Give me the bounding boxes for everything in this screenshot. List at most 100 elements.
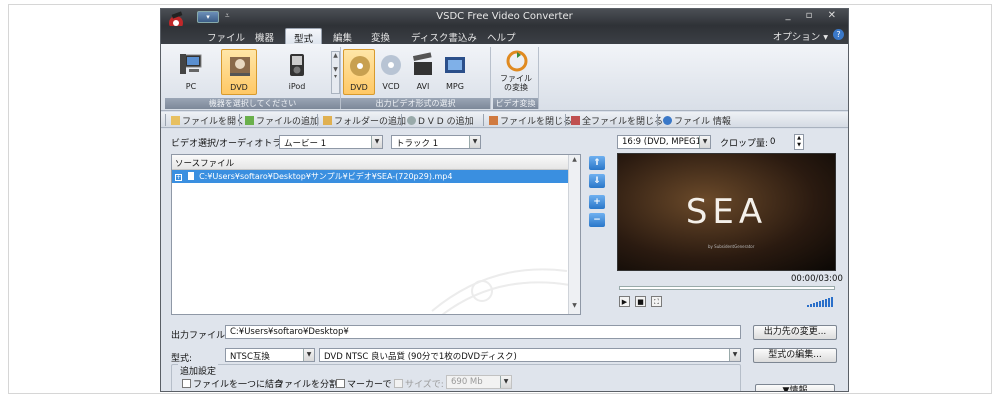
format-avi-label: AVI	[416, 82, 430, 91]
expand-icon[interactable]: +	[175, 174, 182, 181]
format-group: DVD VCD AVI MPG 出力ビデオ形式の選択	[341, 47, 491, 109]
add-item-button[interactable]: +	[589, 195, 605, 209]
close-all-button[interactable]: 全ファイルを閉じる	[571, 114, 663, 127]
change-output-button[interactable]: 出力先の変更...	[753, 325, 837, 340]
format-avi-button[interactable]: AVI	[407, 49, 439, 95]
size-label: サイズで:	[405, 380, 444, 390]
movie-select[interactable]: ムービー 1 ▼	[279, 135, 383, 149]
convert-files-button[interactable]: ファイルの変換	[497, 49, 535, 95]
track-select-value: トラック 1	[396, 139, 439, 149]
volume-icon[interactable]	[807, 297, 835, 307]
play-button[interactable]: ▶	[619, 296, 630, 307]
convert-icon	[506, 50, 528, 72]
convert-files-label: ファイルの変換	[500, 74, 532, 92]
info-toggle-button[interactable]: ▼情報	[755, 384, 835, 391]
chevron-down-icon[interactable]: ▼	[500, 376, 511, 388]
add-dvd-label: D V D の追加	[418, 117, 474, 127]
size-checkbox-box[interactable]	[394, 379, 403, 388]
source-list-scrollbar[interactable]: ▲ ▼	[568, 155, 580, 314]
convert-group: ファイルの変換 ビデオ変換	[493, 47, 539, 109]
video-preview: SEA by SubsidentGenerator	[617, 153, 836, 271]
toolbar-separator	[401, 114, 402, 126]
chevron-down-icon[interactable]: ▼	[303, 349, 314, 361]
options-menu[interactable]: オプション ▾	[773, 29, 828, 43]
merge-label: ファイルを一つに結合	[193, 380, 284, 390]
toolbar-separator	[657, 114, 658, 126]
toolbar-separator	[317, 114, 318, 126]
add-dvd-button[interactable]: D V D の追加	[407, 114, 474, 127]
crop-label: クロップ量:	[720, 139, 769, 149]
output-file-field[interactable]: C:¥Users¥softaro¥Desktop¥	[225, 325, 741, 339]
format-mpg-label: MPG	[446, 82, 464, 91]
close-file-button[interactable]: ファイルを閉じる	[489, 114, 572, 127]
format-vcd-button[interactable]: VCD	[375, 49, 407, 95]
size-select[interactable]: 690 Mb ▼	[446, 375, 512, 389]
fullscreen-button[interactable]: ⛶	[651, 296, 662, 307]
file-info-button[interactable]: ファイル 情報	[663, 114, 731, 127]
device-pc-label: PC	[185, 82, 197, 91]
move-top-button[interactable]: ⇑	[589, 156, 605, 170]
tab-file[interactable]: ファイル	[199, 28, 253, 44]
window-controls[interactable]: _ ▫ ✕	[785, 10, 842, 21]
format-mpg-button[interactable]: MPG	[439, 49, 471, 95]
seek-bar[interactable]	[619, 286, 835, 290]
file-info-label: ファイル 情報	[674, 117, 731, 127]
add-file-label: ファイルの追加	[256, 117, 320, 127]
format-quality-select[interactable]: DVD NTSC 良い品質 (90分で1枚のDVDディスク) ▼	[319, 348, 741, 362]
device-dvd-label: DVD	[230, 83, 248, 92]
track-select[interactable]: トラック 1 ▼	[391, 135, 481, 149]
source-file-list[interactable]: ソースファイル + C:¥Users¥softaro¥Desktop¥サンプル¥…	[171, 154, 581, 315]
chevron-down-icon[interactable]: ▼	[469, 136, 480, 148]
format-standard-select[interactable]: NTSC互換 ▼	[225, 348, 315, 362]
dvd-disc-icon	[350, 56, 370, 76]
ipod-icon	[290, 54, 304, 76]
device-ipod-label: iPod	[288, 82, 306, 91]
list-item[interactable]: + C:¥Users¥softaro¥Desktop¥サンプル¥ビデオ¥SEA-…	[172, 170, 568, 183]
add-file-icon	[245, 116, 254, 125]
format-dvd-button[interactable]: DVD	[343, 49, 375, 95]
format-label: 型式:	[171, 354, 193, 364]
marker-checkbox[interactable]: マーカーで	[336, 377, 391, 390]
device-scroll[interactable]: ▲ ▼ ▾	[331, 51, 340, 94]
chevron-down-icon[interactable]: ▼	[699, 136, 710, 148]
add-file-button[interactable]: ファイルの追加	[245, 114, 319, 127]
close-file-label: ファイルを閉じる	[500, 117, 573, 127]
aspect-ratio-select[interactable]: 16:9 (DVD, MPEG1, M ▼	[617, 135, 711, 149]
marker-checkbox-box[interactable]	[336, 379, 345, 388]
help-icon[interactable]: ?	[833, 29, 844, 40]
format-group-label: 出力ビデオ形式の選択	[341, 98, 490, 109]
tab-edit[interactable]: 編集	[325, 28, 360, 44]
tab-convert[interactable]: 変換	[363, 28, 398, 44]
device-dvd-button[interactable]: DVD	[221, 49, 257, 95]
merge-checkbox-box[interactable]	[182, 379, 191, 388]
move-down-button[interactable]: ⇓	[589, 174, 605, 188]
open-file-button[interactable]: ファイルを開く	[171, 114, 245, 127]
merge-checkbox[interactable]: ファイルを一つに結合	[182, 377, 283, 390]
edit-format-button[interactable]: 型式の編集...	[753, 348, 837, 363]
pc-icon	[180, 54, 202, 74]
info-icon	[663, 116, 672, 125]
device-pc-button[interactable]: PC	[173, 49, 209, 95]
tab-help[interactable]: ヘルプ	[479, 28, 524, 44]
video-credit: by SubsidentGenerator	[708, 244, 755, 249]
video-title-overlay: SEA	[685, 192, 768, 232]
stop-button[interactable]: ■	[635, 296, 646, 307]
device-ipod-button[interactable]: iPod	[279, 49, 315, 95]
size-checkbox[interactable]: サイズで:	[394, 377, 444, 390]
chevron-down-icon[interactable]: ▼	[729, 349, 740, 361]
format-standard-value: NTSC互換	[230, 352, 270, 362]
split-label: ファイルを分割:	[275, 380, 342, 390]
tab-format[interactable]: 型式	[285, 28, 323, 45]
device-group: PC DVD iPod ▲ ▼ ▾ 機器を選択してください	[165, 47, 341, 109]
scroll-up-icon[interactable]: ▲	[569, 156, 580, 167]
tab-device[interactable]: 機器	[247, 28, 282, 44]
app-window: ▾ ⩡ VSDC Free Video Converter _ ▫ ✕ ファイル…	[160, 8, 849, 392]
remove-item-button[interactable]: −	[589, 213, 605, 227]
add-folder-button[interactable]: フォルダーの追加	[323, 114, 406, 127]
crop-stepper[interactable]: ▲ ▼	[794, 134, 804, 150]
vcd-disc-icon	[381, 55, 401, 75]
chevron-down-icon[interactable]: ▼	[371, 136, 382, 148]
scroll-down-icon[interactable]: ▼	[569, 302, 580, 313]
tab-disc-burn[interactable]: ディスク書込み	[403, 28, 485, 44]
close-all-icon	[571, 116, 580, 125]
